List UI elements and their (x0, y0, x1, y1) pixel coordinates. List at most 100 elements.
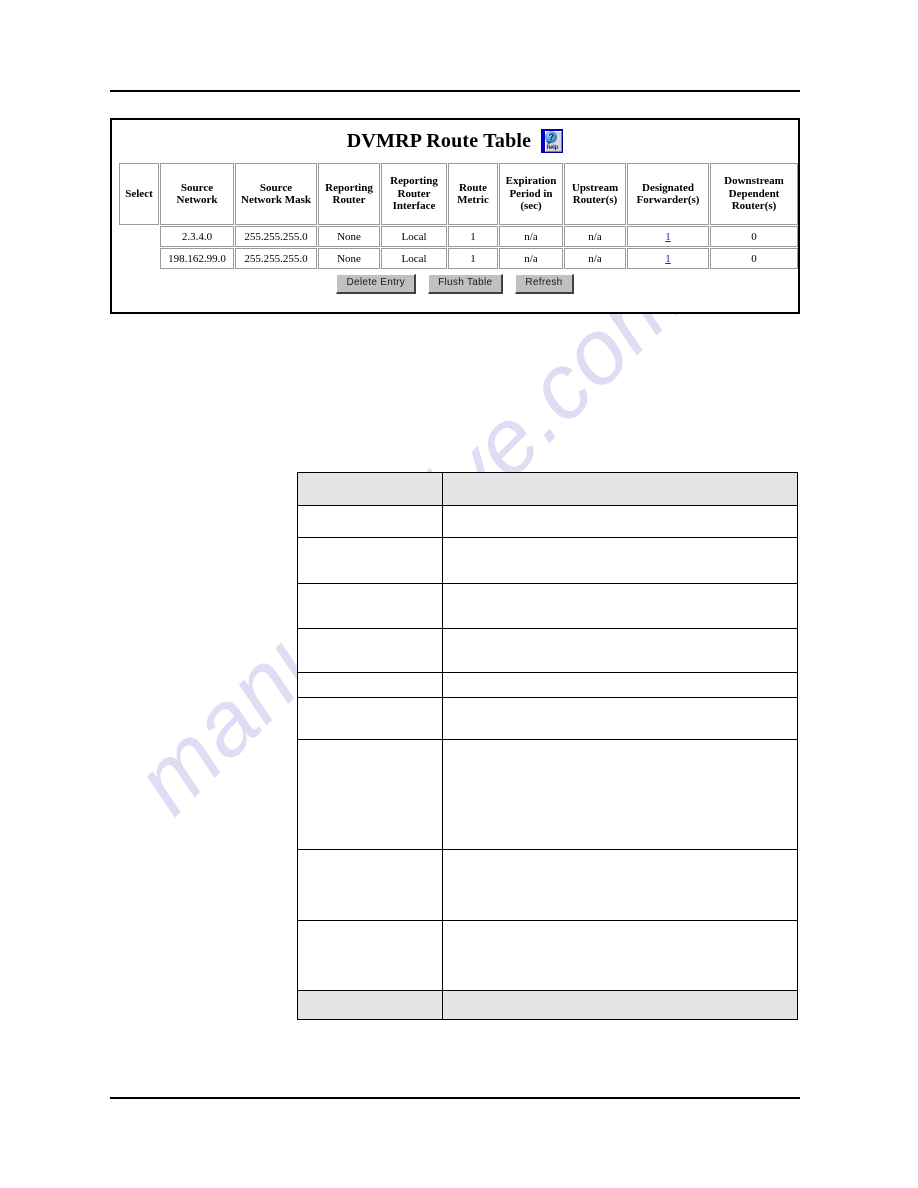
description-field-cell (296, 920, 444, 991)
table-header-row: Select Source Network Source Network Mas… (119, 163, 798, 225)
cell-source-network-mask: 255.255.255.0 (235, 226, 317, 247)
flush-table-button[interactable]: Flush Table (428, 274, 504, 294)
delete-entry-button[interactable]: Delete Entry (336, 274, 417, 294)
route-table-actions: Delete Entry Flush Table Refresh (112, 274, 798, 294)
description-field-cell (296, 739, 444, 850)
column-header-upstream-routers[interactable]: Upstream Router(s) (564, 163, 626, 225)
designated-forwarder-link[interactable]: 1 (665, 231, 671, 243)
column-header-reporting-router-interface[interactable]: Reporting Router Interface (381, 163, 447, 225)
header-line: Downstream (724, 175, 784, 188)
header-line: Dependent (728, 187, 780, 200)
cell-expiration-period: n/a (499, 226, 563, 247)
description-detail-cell (442, 672, 798, 698)
cell-reporting-router-interface: Local (381, 248, 447, 269)
cell-expiration-period: n/a (499, 248, 563, 269)
cell-route-metric: 1 (448, 248, 498, 269)
table-row (296, 739, 798, 850)
description-header-field (296, 472, 444, 506)
header-line: Designated (642, 181, 694, 194)
header-line: Metric (457, 194, 489, 206)
cell-downstream-dependent-routers: 0 (710, 248, 798, 269)
dvmrp-route-table-panel: DVMRP Route Table ? help Select Source N… (110, 118, 800, 314)
description-detail-cell (442, 505, 798, 538)
table-row (296, 697, 798, 740)
page-header-rule (110, 90, 800, 92)
header-line: Network (176, 194, 218, 206)
header-line: Router (332, 194, 366, 206)
description-detail-cell (442, 849, 798, 921)
header-line: Select (125, 187, 153, 200)
help-icon-label: help (546, 145, 559, 151)
header-line: Expiration (505, 175, 557, 188)
table-row[interactable]: 2.3.4.0 255.255.255.0 None Local 1 n/a n… (119, 226, 798, 247)
table-row (296, 672, 798, 698)
page-footer-rule (110, 1097, 800, 1099)
header-line: Router (397, 187, 431, 200)
table-row (296, 849, 798, 921)
row-select-cell[interactable] (119, 226, 159, 247)
description-field-cell (296, 672, 444, 698)
column-header-expiration-period[interactable]: Expiration Period in (sec) (499, 163, 563, 225)
cell-upstream-routers: n/a (564, 226, 626, 247)
designated-forwarder-link[interactable]: 1 (665, 253, 671, 265)
column-header-route-metric[interactable]: Route Metric (448, 163, 498, 225)
column-header-source-network-mask[interactable]: Source Network Mask (235, 163, 317, 225)
table-row[interactable]: 198.162.99.0 255.255.255.0 None Local 1 … (119, 248, 798, 269)
cell-reporting-router-interface: Local (381, 226, 447, 247)
description-detail-cell (442, 537, 798, 584)
description-detail-cell (442, 583, 798, 629)
description-field-cell (296, 583, 444, 629)
cell-source-network: 198.162.99.0 (160, 248, 234, 269)
cell-route-metric: 1 (448, 226, 498, 247)
page-title: DVMRP Route Table (346, 129, 532, 152)
cell-reporting-router: None (318, 248, 380, 269)
column-header-downstream-dependent-routers[interactable]: Downstream Dependent Router(s) (710, 163, 798, 225)
header-line: Forwarder(s) (636, 194, 700, 206)
row-select-cell[interactable] (119, 248, 159, 269)
description-header-detail (442, 472, 798, 506)
cell-upstream-routers: n/a (564, 248, 626, 269)
cell-designated-forwarders[interactable]: 1 (627, 248, 709, 269)
table-row (296, 537, 798, 584)
column-header-select[interactable]: Select (119, 163, 159, 225)
description-field-cell (296, 849, 444, 921)
description-footer-detail (442, 990, 798, 1020)
help-icon[interactable]: ? help (541, 129, 564, 153)
column-header-designated-forwarders[interactable]: Designated Forwarder(s) (627, 163, 709, 225)
table-row (296, 628, 798, 673)
header-line: Network Mask (241, 194, 311, 206)
table-row (296, 583, 798, 629)
column-header-source-network[interactable]: Source Network (160, 163, 234, 225)
route-table: Select Source Network Source Network Mas… (118, 162, 799, 270)
panel-title-row: DVMRP Route Table ? help (112, 120, 798, 162)
header-line: Upstream (571, 181, 619, 194)
description-detail-cell (442, 628, 798, 673)
description-footer-field (296, 990, 444, 1020)
cell-source-network: 2.3.4.0 (160, 226, 234, 247)
header-line: Period in (509, 187, 553, 200)
header-line: Reporting (325, 181, 373, 194)
header-line: Router(s) (572, 194, 618, 206)
description-field-cell (296, 505, 444, 538)
header-line: Source (259, 181, 293, 194)
description-detail-cell (442, 697, 798, 740)
description-field-cell (296, 537, 444, 584)
refresh-button[interactable]: Refresh (515, 274, 574, 294)
description-table-header-row (296, 472, 798, 506)
header-line: Router(s) (731, 200, 777, 213)
header-line: Route (458, 181, 488, 194)
cell-downstream-dependent-routers: 0 (710, 226, 798, 247)
header-line: Reporting (390, 175, 438, 188)
column-header-reporting-router[interactable]: Reporting Router (318, 163, 380, 225)
description-field-cell (296, 628, 444, 673)
description-detail-cell (442, 739, 798, 850)
description-detail-cell (442, 920, 798, 991)
cell-source-network-mask: 255.255.255.0 (235, 248, 317, 269)
cell-designated-forwarders[interactable]: 1 (627, 226, 709, 247)
description-field-cell (296, 697, 444, 740)
header-line: Source (180, 181, 214, 194)
header-line: Interface (392, 200, 436, 213)
table-row (296, 505, 798, 538)
description-table-footer-row (296, 990, 798, 1020)
table-row (296, 920, 798, 991)
